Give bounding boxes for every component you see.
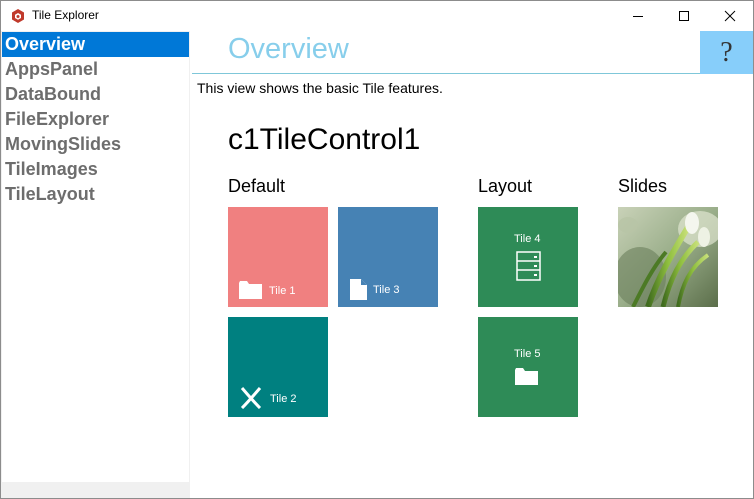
tile-label: Tile 1 — [269, 285, 296, 297]
tile-3[interactable]: Tile 3 — [338, 207, 438, 307]
sidebar-item-appspanel[interactable]: AppsPanel — [2, 57, 189, 82]
minimize-icon — [633, 16, 643, 17]
close-button[interactable] — [707, 1, 753, 31]
tile-label: Tile 2 — [270, 393, 297, 405]
sidebar-item-fileexplorer[interactable]: FileExplorer — [2, 107, 189, 132]
slide-tile[interactable] — [618, 207, 718, 307]
maximize-icon — [679, 11, 689, 21]
tile-1[interactable]: Tile 1 — [228, 207, 328, 307]
app-logo-icon — [10, 8, 26, 24]
help-icon: ? — [720, 36, 733, 68]
window-title: Tile Explorer — [32, 8, 99, 22]
snowdrop-flower-image — [618, 207, 718, 307]
group-header-layout: Layout — [478, 176, 533, 196]
tile-control-title: c1TileControl1 — [228, 123, 421, 156]
group-header-default: Default — [228, 176, 286, 196]
tile-2[interactable]: Tile 2 — [228, 317, 328, 417]
page-header: Overview ? — [192, 31, 753, 74]
app-window: Tile Explorer Overview AppsPanel DataBou… — [0, 0, 754, 499]
sidebar-item-overview[interactable]: Overview — [2, 32, 189, 57]
x-logo-icon — [240, 387, 262, 413]
sidebar-item-movingslides[interactable]: MovingSlides — [2, 132, 189, 157]
sidebar-item-databound[interactable]: DataBound — [2, 82, 189, 107]
page-title: Overview — [228, 33, 349, 65]
title-bar[interactable]: Tile Explorer — [1, 1, 753, 31]
tile-label: Tile 3 — [373, 284, 400, 296]
main-panel: Overview ? This view shows the basic Til… — [192, 31, 753, 498]
page-description: This view shows the basic Tile features. — [197, 80, 443, 96]
group-header-slides: Slides — [618, 176, 668, 196]
folder-icon — [239, 280, 263, 303]
tile-5[interactable]: Tile 5 — [478, 317, 578, 417]
sidebar-item-tileimages[interactable]: TileImages — [2, 157, 189, 182]
server-icon — [516, 251, 541, 285]
folder-icon — [515, 367, 538, 389]
sidebar-item-tilelayout[interactable]: TileLayout — [2, 182, 189, 207]
sidebar-list[interactable]: Overview AppsPanel DataBound FileExplore… — [2, 32, 189, 482]
help-button[interactable]: ? — [700, 31, 753, 74]
tile-4[interactable]: Tile 4 — [478, 207, 578, 307]
close-icon — [724, 10, 736, 22]
tile-label: Tile 4 — [514, 233, 541, 245]
tile-label: Tile 5 — [514, 348, 541, 360]
minimize-button[interactable] — [615, 1, 661, 31]
maximize-button[interactable] — [661, 1, 707, 31]
document-icon — [350, 279, 367, 304]
sidebar: Overview AppsPanel DataBound FileExplore… — [1, 31, 190, 498]
